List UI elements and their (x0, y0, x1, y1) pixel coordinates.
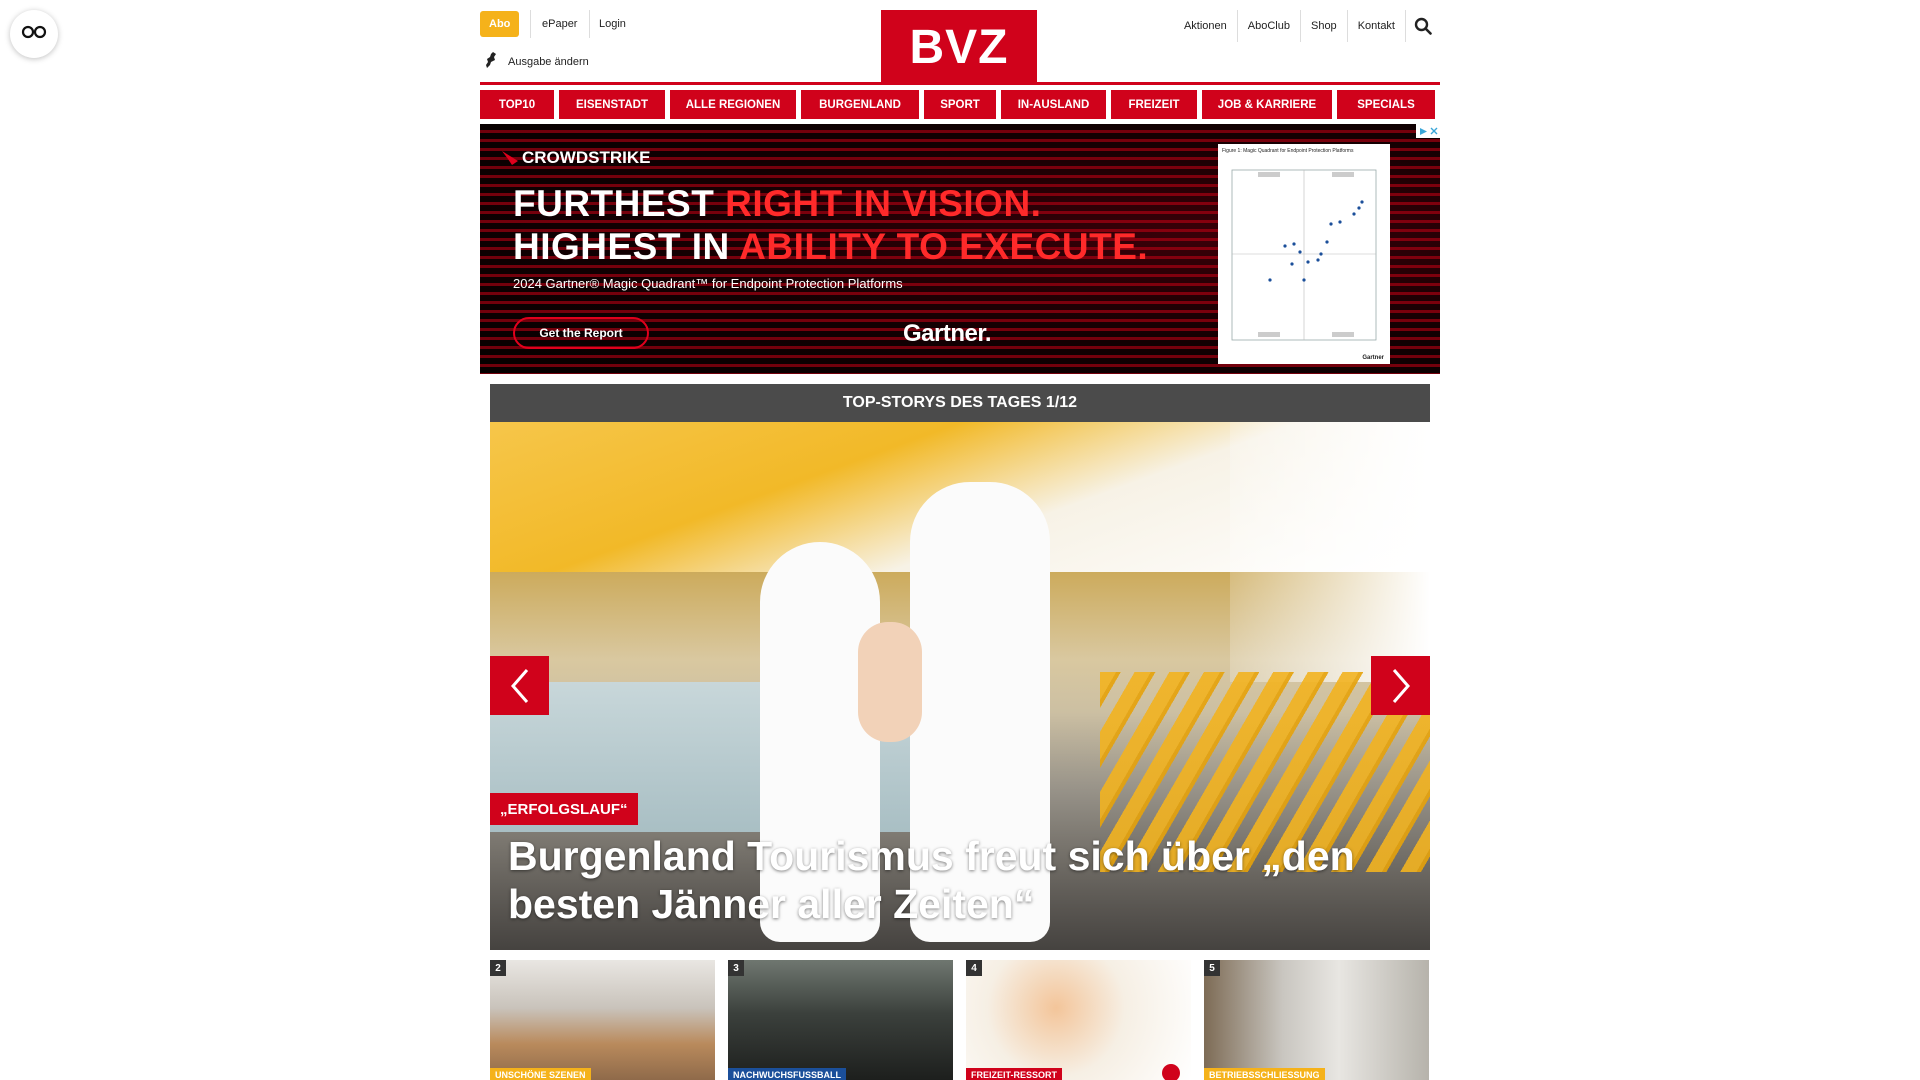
magic-quadrant-figure: Figure 1: Magic Quadrant for Endpoint Pr… (1218, 144, 1390, 364)
nav-item-burgenland[interactable]: BURGENLAND (801, 90, 919, 119)
change-edition-link[interactable]: Ausgabe ändern (484, 51, 589, 72)
header-divider (480, 82, 1440, 85)
login-link[interactable]: Login (599, 11, 626, 37)
hero-image-window (1230, 422, 1430, 682)
ad-subline: 2024 Gartner® Magic Quadrant™ for Endpoi… (513, 276, 903, 291)
search-icon[interactable] (1406, 10, 1440, 42)
hero-story-tag[interactable]: „ERFOLGSLAUF“ (490, 793, 638, 825)
story-thumbnail[interactable]: 5 BETRIEBSSCHLIESSUNG (1204, 960, 1429, 1080)
header-right-links: Aktionen AboClub Shop Kontakt (1174, 10, 1440, 42)
adchoices-icon[interactable] (1416, 124, 1440, 138)
gartner-logo: Gartner. (903, 320, 992, 347)
get-report-button[interactable]: Get the Report (513, 317, 649, 349)
story-number: 3 (728, 960, 744, 976)
nav-item-job-karriere[interactable]: JOB & KARRIERE (1202, 90, 1332, 119)
story-thumbnail[interactable]: 2 UNSCHÖNE SZENEN (490, 960, 715, 1080)
story-category-label: BETRIEBSSCHLIESSUNG (1204, 1068, 1325, 1080)
main-navigation: TOP10 EISENSTADT ALLE REGIONEN BURGENLAN… (480, 90, 1440, 119)
bvz-logo[interactable]: BVZ (881, 10, 1037, 84)
aktionen-link[interactable]: Aktionen (1174, 10, 1238, 42)
falcon-icon (502, 151, 518, 165)
story-thumbnail[interactable]: 4 FREIZEIT-RESSORT (966, 960, 1191, 1080)
glasses-icon (21, 24, 47, 45)
kontakt-link[interactable]: Kontakt (1348, 10, 1406, 42)
story-category-label: UNSCHÖNE SZENEN (490, 1068, 591, 1080)
hero-story[interactable]: „ERFOLGSLAUF“ Burgenland Tourismus freut… (490, 422, 1430, 950)
change-edition-label: Ausgabe ändern (508, 55, 589, 68)
story-category-label: FREIZEIT-RESSORT (966, 1068, 1063, 1080)
nav-item-alle-regionen[interactable]: ALLE REGIONEN (670, 90, 796, 119)
story-thumbnails: 2 UNSCHÖNE SZENEN 3 NACHWUCHSFUSSBALL 4 … (490, 960, 1430, 1080)
divider (589, 10, 590, 38)
hero-image-child (858, 622, 922, 742)
nav-item-specials[interactable]: SPECIALS (1337, 90, 1435, 119)
divider (530, 10, 531, 38)
nav-item-eisenstadt[interactable]: EISENSTADT (559, 90, 665, 119)
aboclub-link[interactable]: AboClub (1238, 10, 1301, 42)
site-header: Abo ePaper Login Ausgabe ändern BVZ Akti… (480, 0, 1440, 86)
carousel-prev-button[interactable] (490, 656, 549, 715)
top-stories-heading: TOP-STORYS DES TAGES 1/12 (490, 384, 1430, 422)
hero-story-title[interactable]: Burgenland Tourismus freut sich über „de… (508, 832, 1418, 928)
figure-footer: Gartner (1362, 355, 1384, 361)
page-container: Abo ePaper Login Ausgabe ändern BVZ Akti… (480, 0, 1440, 1080)
quadrant-chart-image (1231, 169, 1377, 341)
abo-button[interactable]: Abo (480, 11, 520, 37)
shop-link[interactable]: Shop (1301, 10, 1348, 42)
story-number: 2 (490, 960, 506, 976)
nav-item-sport[interactable]: SPORT (924, 90, 996, 119)
story-category-label: NACHWUCHSFUSSBALL (728, 1068, 846, 1080)
ad-headline: FURTHEST RIGHT IN VISION. HIGHEST IN ABI… (513, 183, 1149, 267)
story-number: 5 (1204, 960, 1220, 976)
advertisement-banner[interactable]: CROWDSTRIKE FURTHEST RIGHT IN VISION. HI… (480, 124, 1440, 374)
figure-caption: Figure 1: Magic Quadrant for Endpoint Pr… (1222, 148, 1354, 154)
story-thumbnail[interactable]: 3 NACHWUCHSFUSSBALL (728, 960, 953, 1080)
chevron-right-icon (1392, 668, 1410, 703)
carousel-next-button[interactable] (1371, 656, 1430, 715)
burgenland-map-icon (484, 51, 498, 72)
crowdstrike-logo: CROWDSTRIKE (502, 148, 650, 168)
chevron-left-icon (510, 668, 528, 703)
nav-item-freizeit[interactable]: FREIZEIT (1111, 90, 1197, 119)
story-number: 4 (966, 960, 982, 976)
nav-item-top10[interactable]: TOP10 (480, 90, 554, 119)
reader-mode-button[interactable] (10, 10, 58, 58)
gift-badge-icon (1162, 1064, 1180, 1080)
nav-item-in-ausland[interactable]: IN-AUSLAND (1001, 90, 1106, 119)
epaper-link[interactable]: ePaper (542, 11, 577, 37)
